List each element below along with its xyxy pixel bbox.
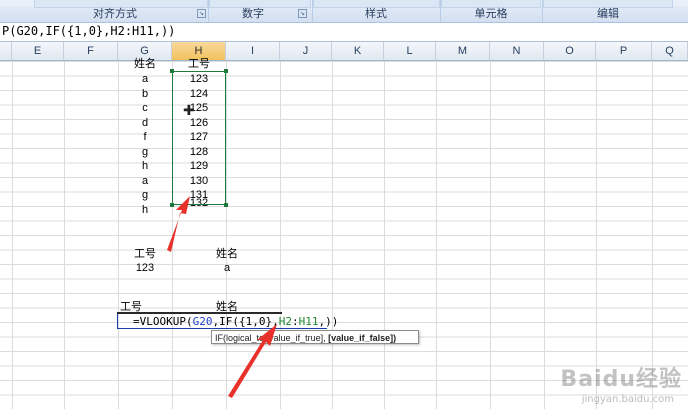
baidu-watermark: Baidu经验 <box>560 367 682 392</box>
annotation-arrows <box>167 196 277 398</box>
baidu-watermark-url: jingyan.baidu.com <box>581 394 674 405</box>
arrow-up-icon <box>228 324 277 398</box>
arrow-up-icon <box>167 196 190 252</box>
